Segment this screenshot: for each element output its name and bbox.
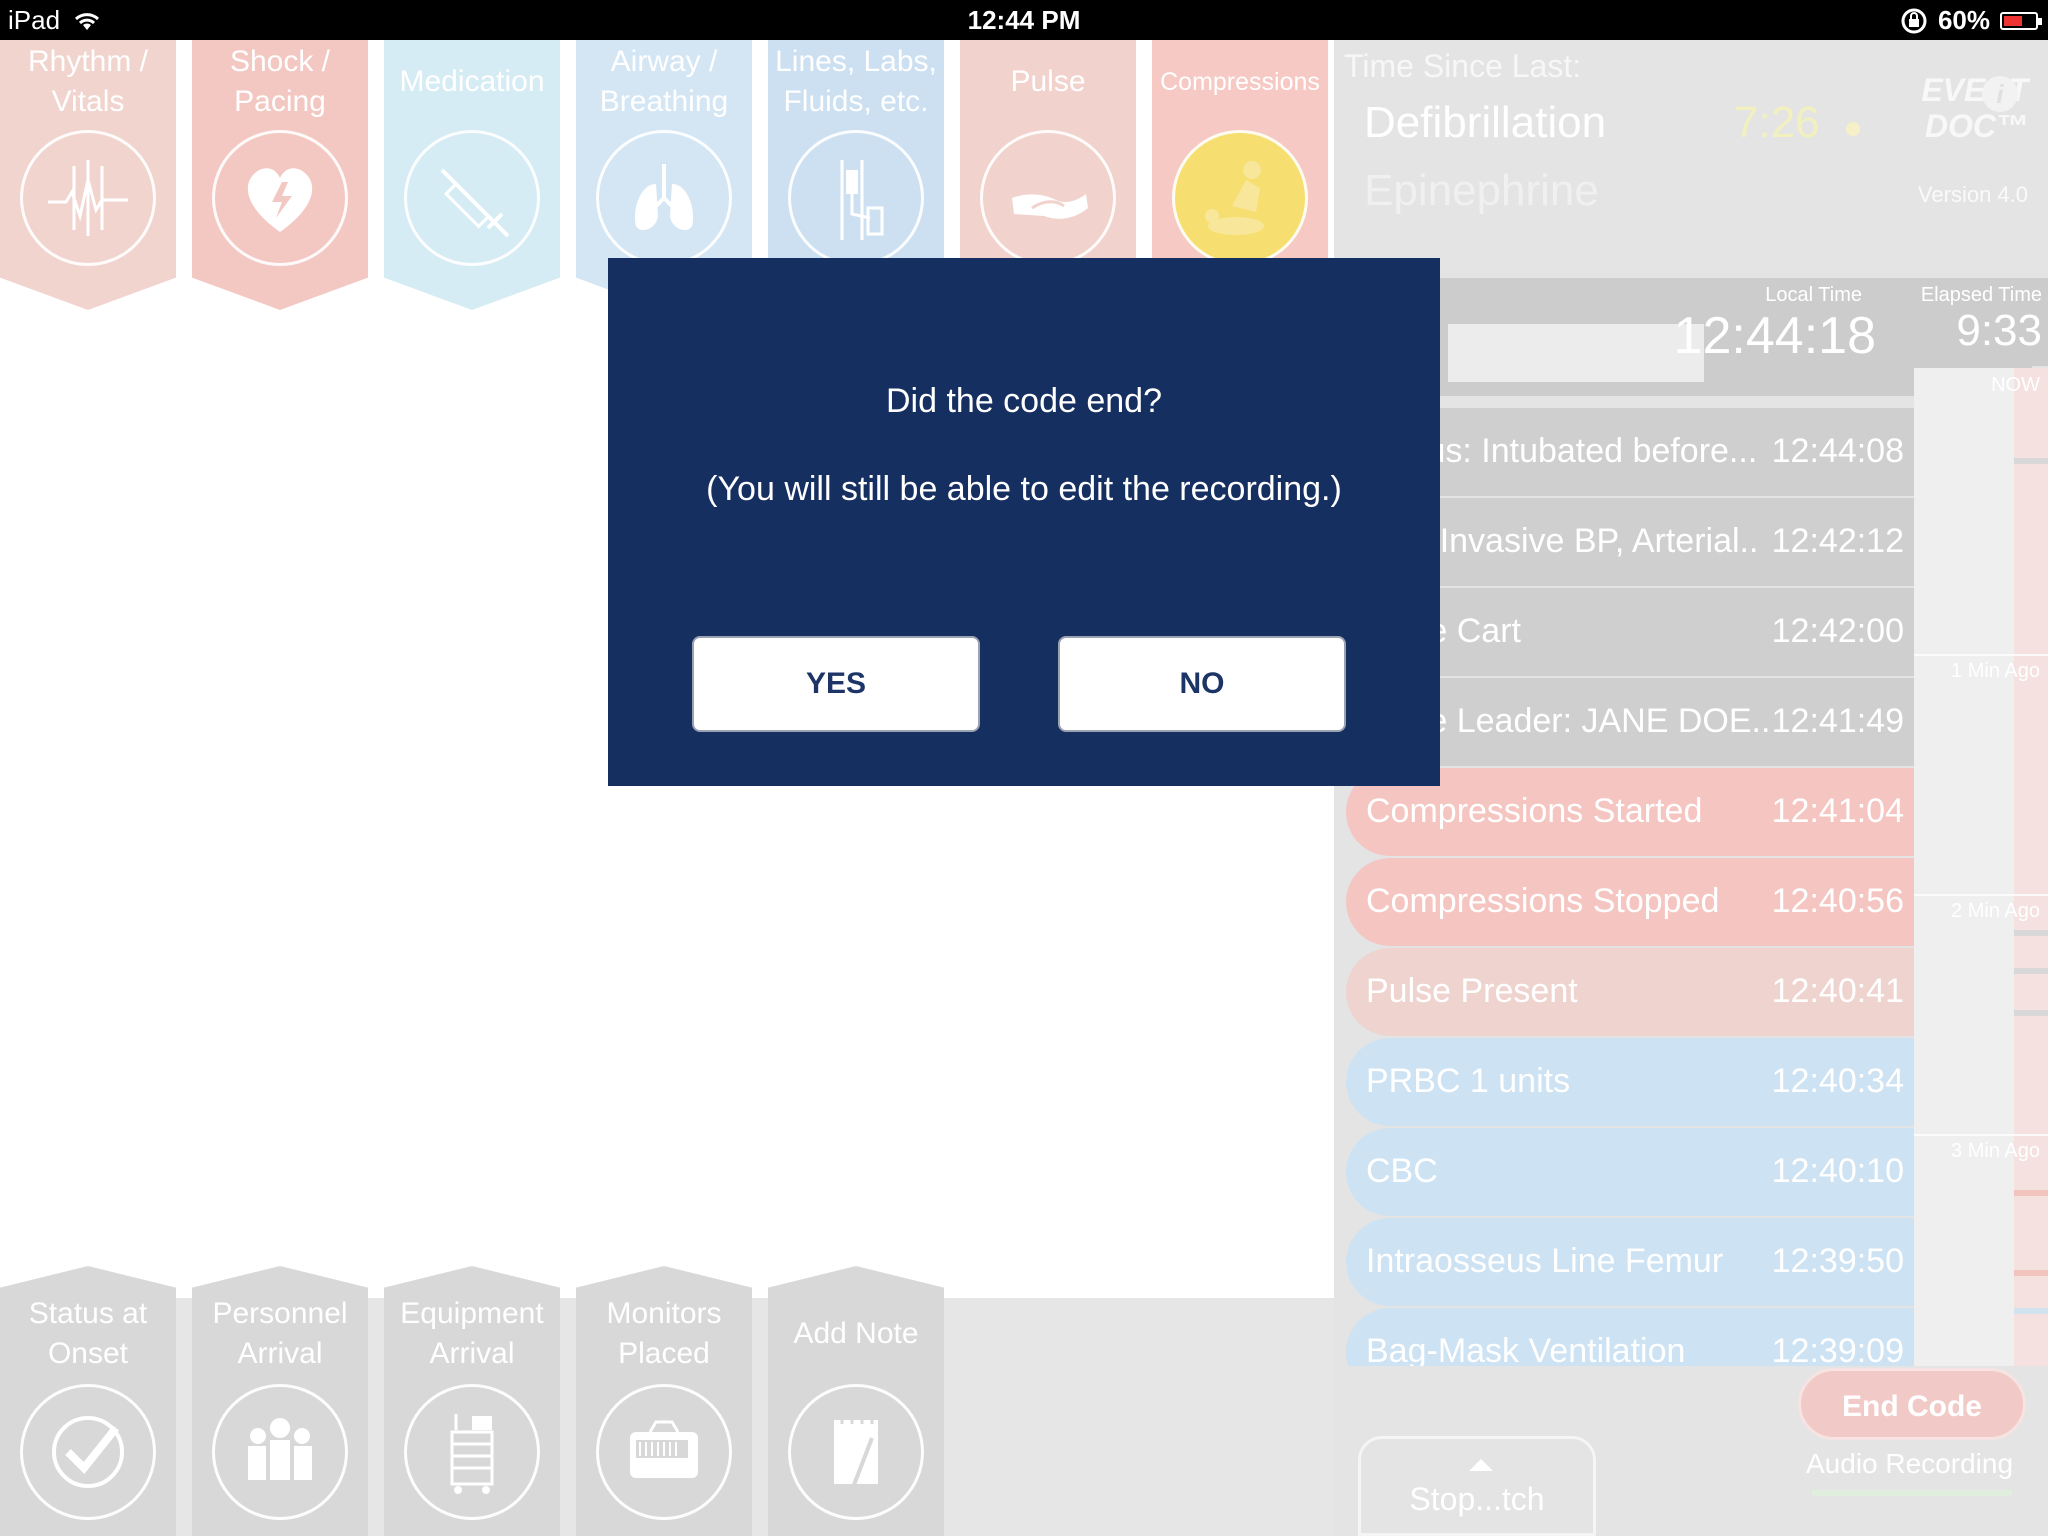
end-code-dialog: Did the code end? (You will still be abl… bbox=[608, 258, 1440, 786]
no-button[interactable]: NO bbox=[1058, 636, 1346, 732]
dialog-question: Did the code end? bbox=[886, 382, 1162, 420]
dialog-subtext: (You will still be able to edit the reco… bbox=[706, 470, 1342, 508]
yes-button[interactable]: YES bbox=[692, 636, 980, 732]
